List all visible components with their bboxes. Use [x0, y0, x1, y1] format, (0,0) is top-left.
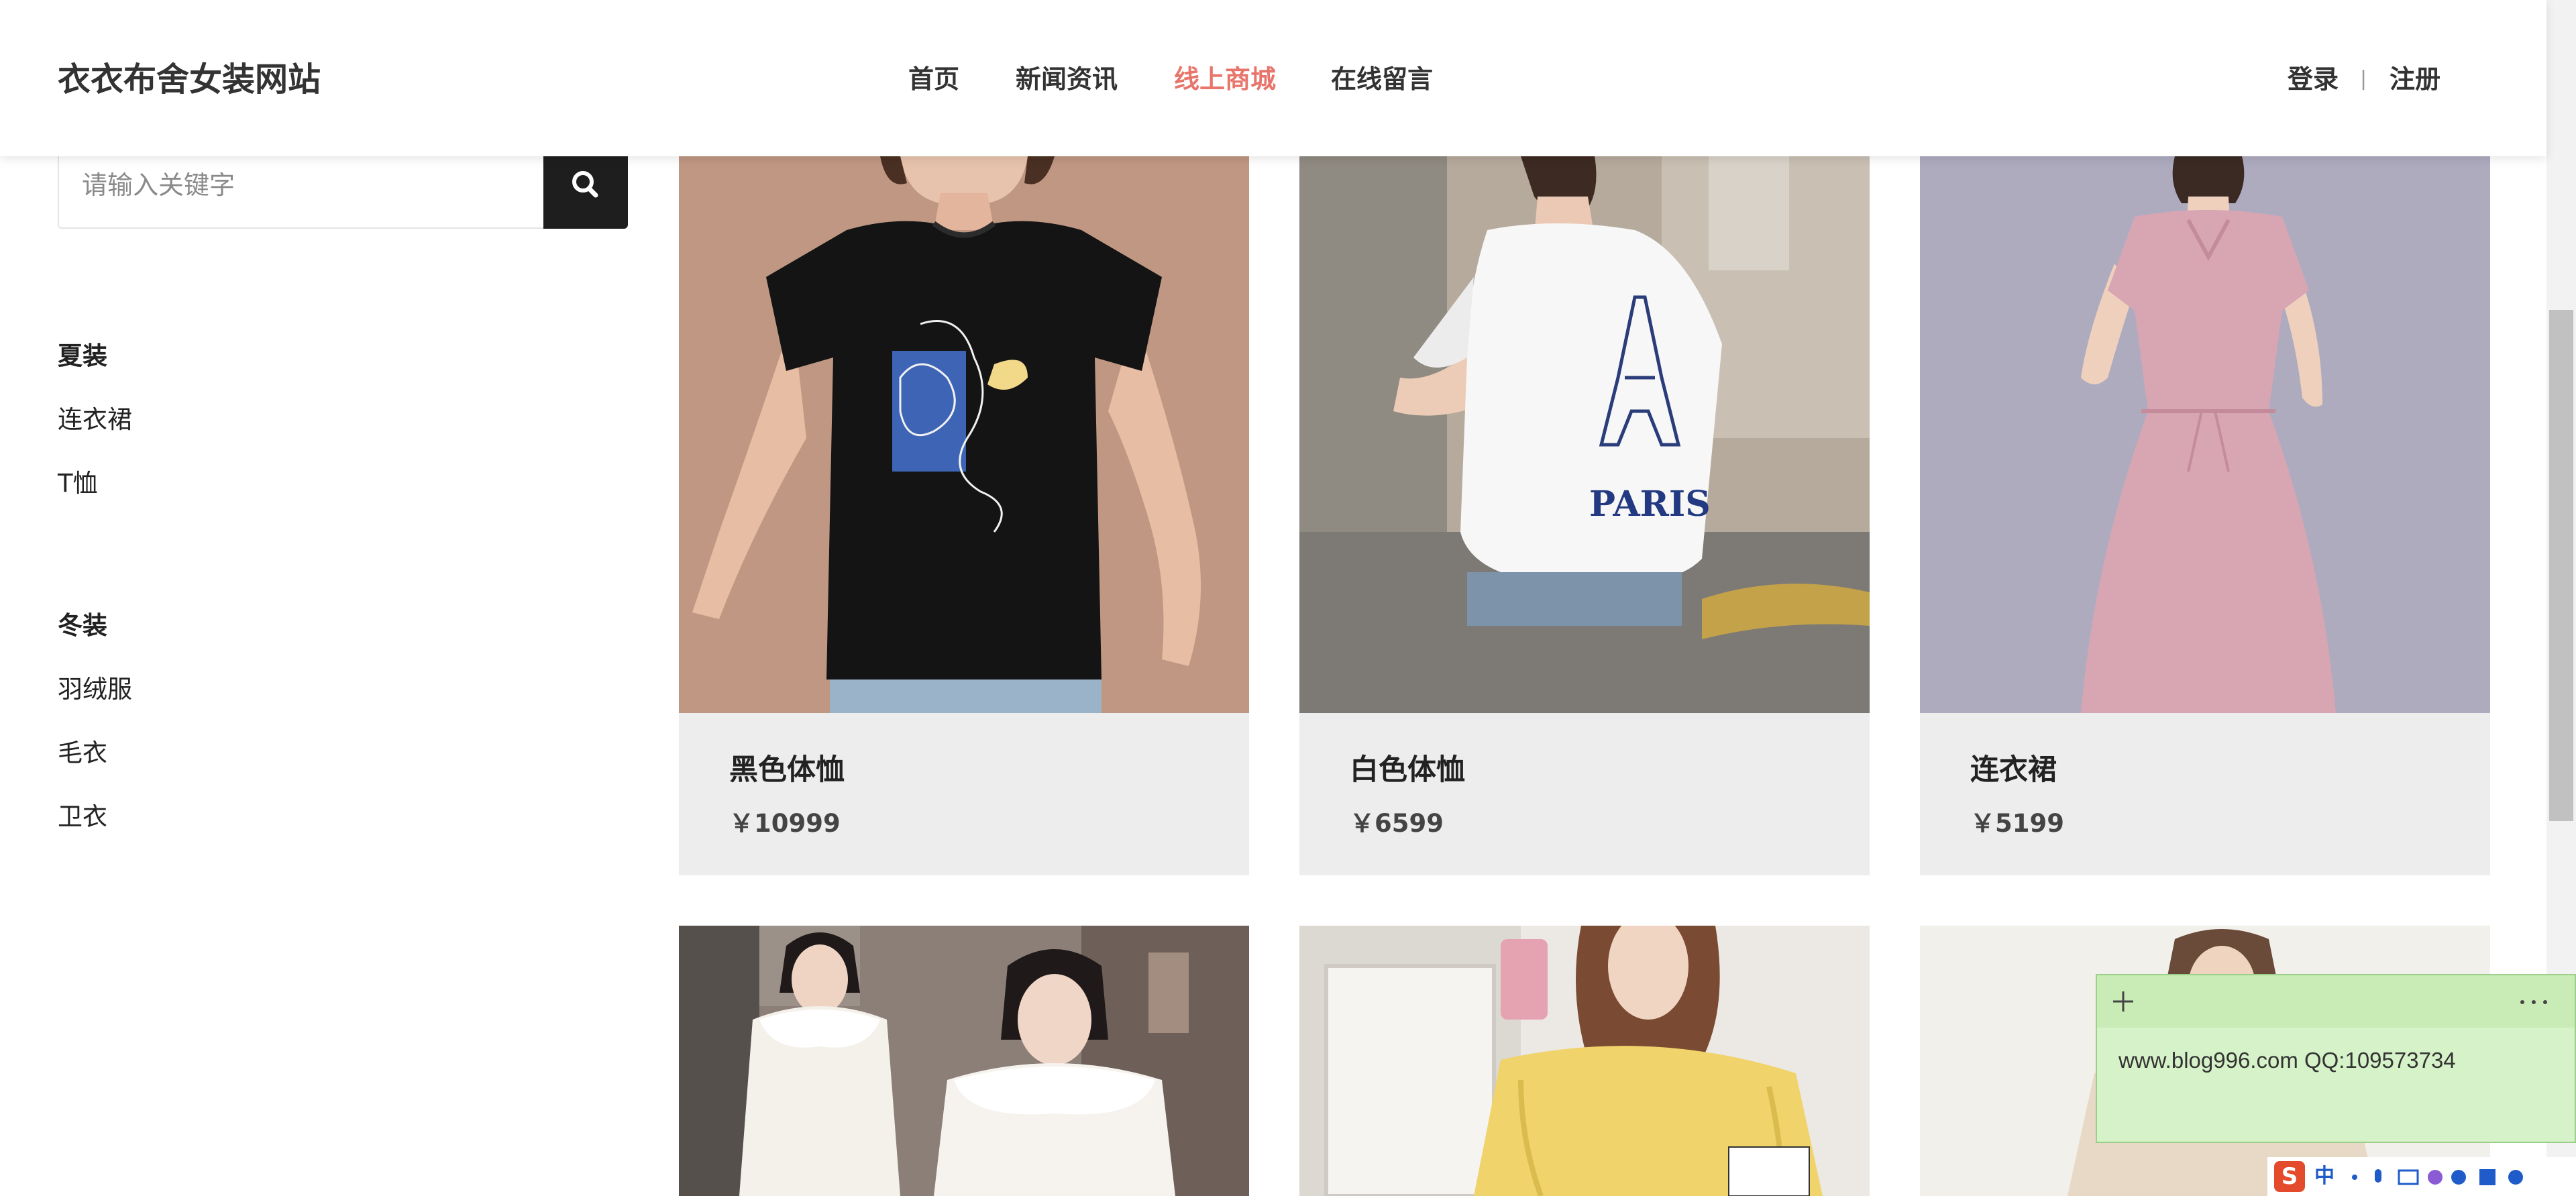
nav-message[interactable]: 在线留言 [1331, 59, 1433, 99]
ime-logo-icon[interactable]: S [2274, 1161, 2305, 1192]
product-name[interactable]: 黑色体恤 [729, 747, 845, 788]
site-logo-text[interactable]: 衣衣布舍女装网站 [58, 56, 321, 103]
product-image[interactable] [679, 926, 1249, 1196]
product-card[interactable]: PARIS 白色体恤 ￥6599 [1299, 156, 1870, 875]
sticky-note-text[interactable]: www.blog996.com QQ:109573734 [2118, 1048, 2456, 1073]
product-info: 连衣裙 ￥5199 [1920, 713, 2490, 875]
nav-shop[interactable]: 线上商城 [1174, 59, 1276, 99]
product-card[interactable]: 黑色体恤 ￥10999 [679, 156, 1249, 875]
sticky-note-toolbar [2097, 975, 2575, 1028]
sticky-note[interactable]: www.blog996.com QQ:109573734 [2096, 974, 2576, 1143]
product-name[interactable]: 连衣裙 [1970, 747, 2057, 788]
product-image[interactable]: PARIS [1299, 156, 1870, 713]
login-link[interactable]: 登录 [2288, 59, 2339, 99]
category-title-summer: 夏装 [58, 341, 107, 370]
site-header: 衣衣布舍女装网站 首页 新闻资讯 线上商城 在线留言 登录 | 注册 [0, 0, 2546, 156]
ime-mode-label[interactable]: 中 [2314, 1164, 2334, 1189]
product-card[interactable]: 连衣裙 ￥5199 [1920, 156, 2490, 875]
product-name[interactable]: 白色体恤 [1350, 747, 1465, 788]
product-image[interactable] [1920, 156, 2490, 713]
category-item-down-jacket[interactable]: 羽绒服 [58, 673, 132, 706]
paris-print-text: PARIS [1589, 484, 1711, 525]
product-card[interactable] [679, 926, 1249, 1196]
more-icon[interactable] [2517, 995, 2551, 1009]
product-info: 黑色体恤 ￥10999 [679, 713, 1249, 875]
category-item-tshirt[interactable]: T恤 [58, 467, 98, 500]
product-info: 白色体恤 ￥6599 [1299, 713, 1870, 875]
auth-separator: | [2360, 67, 2367, 91]
product-image[interactable] [679, 156, 1249, 713]
nav-home[interactable]: 首页 [908, 59, 959, 99]
scrollbar-thumb[interactable] [2549, 310, 2573, 821]
category-title-winter: 冬装 [58, 611, 107, 640]
tray-icons[interactable] [2348, 1165, 2563, 1189]
system-tray: S 中 [2267, 1157, 2576, 1196]
product-price: ￥5199 [1970, 809, 2064, 838]
product-price: ￥6599 [1350, 809, 1444, 838]
category-item-hoodie[interactable]: 卫衣 [58, 800, 107, 834]
plus-icon[interactable] [2110, 989, 2136, 1014]
category-item-sweater[interactable]: 毛衣 [58, 737, 107, 770]
nav-news[interactable]: 新闻资讯 [1016, 59, 1118, 99]
product-image[interactable] [1299, 926, 1870, 1196]
register-link[interactable]: 注册 [2390, 59, 2440, 99]
product-price: ￥10999 [729, 809, 841, 838]
category-item-dress[interactable]: 连衣裙 [58, 403, 132, 437]
product-card[interactable] [1299, 926, 1870, 1196]
